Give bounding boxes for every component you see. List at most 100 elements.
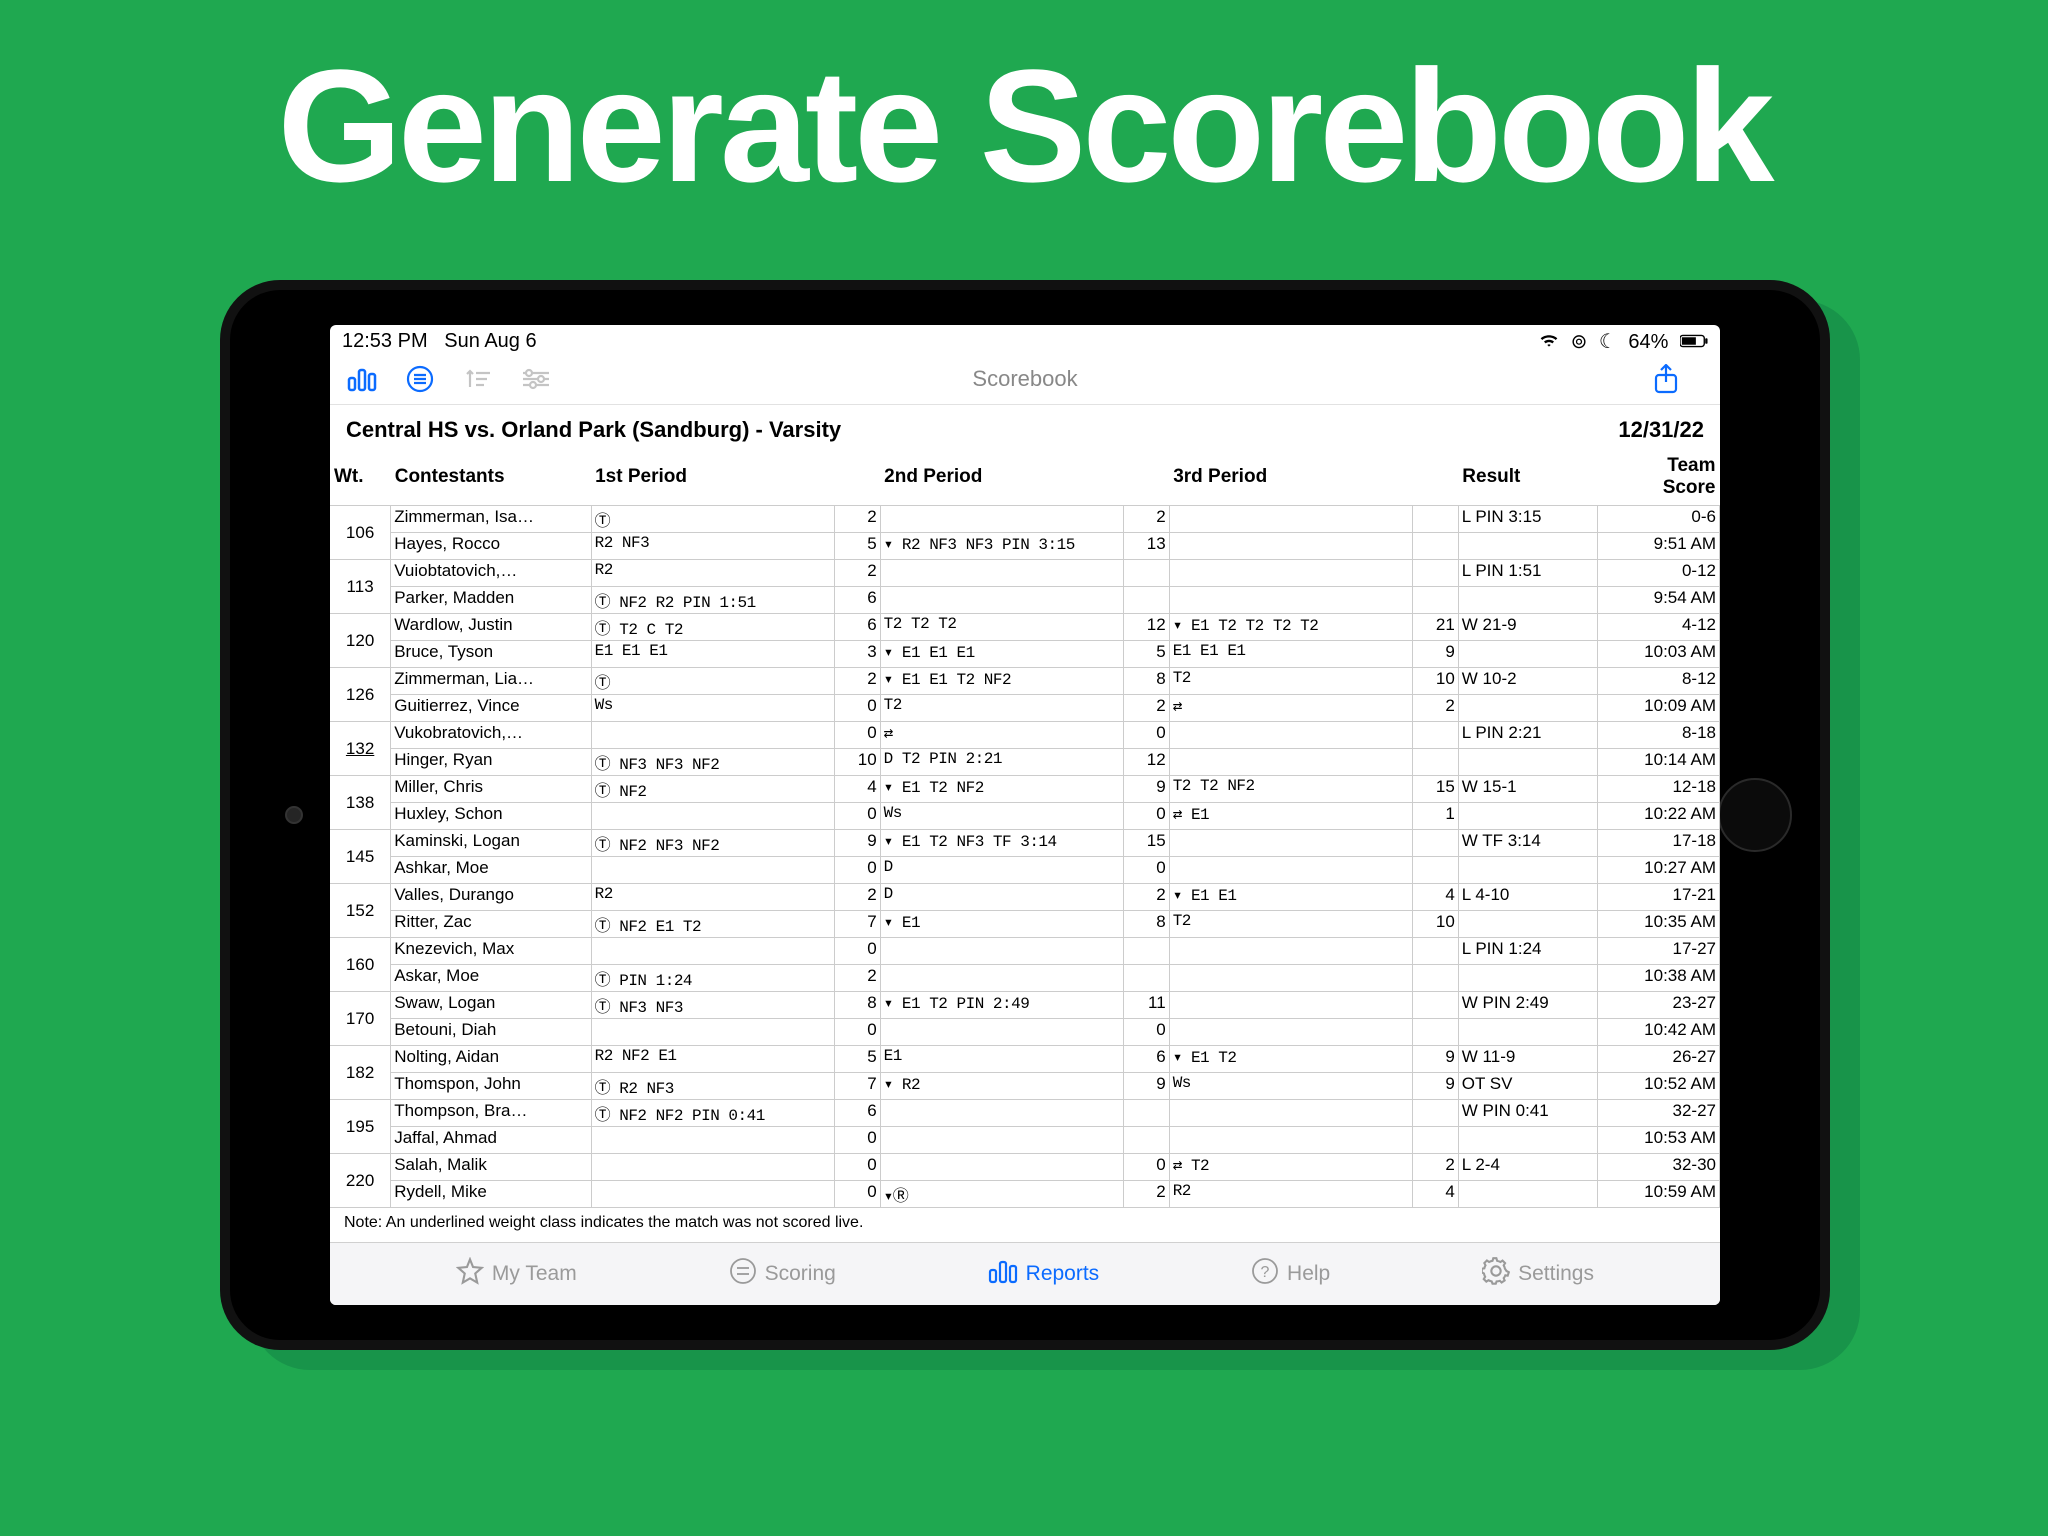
table-row[interactable]: Hayes, Rocco R2 NF35▾ R2 NF3 NF3 PIN 3:1…	[330, 533, 1720, 560]
table-row[interactable]: Huxley, Schon0 Ws0⇄ E1110:22 AM	[330, 803, 1720, 830]
weight-cell: 120	[330, 614, 391, 668]
table-row[interactable]: 182Nolting, Aidan R2 NF2 E15 E16▾ E1 T29…	[330, 1046, 1720, 1073]
circle-menu-icon[interactable]	[402, 364, 438, 394]
tab-scoring[interactable]: Scoring	[729, 1257, 836, 1291]
table-row[interactable]: Parker, MaddenⓉ NF2 R2 PIN 1:5169:54 AM	[330, 587, 1720, 614]
team-score-cell: 8-12	[1598, 668, 1720, 695]
p2-events: ▾ E1 T2 PIN 2:49	[880, 992, 1123, 1019]
match-date: 12/31/22	[1618, 417, 1704, 443]
p1-events	[591, 722, 834, 749]
p1-events	[591, 1019, 834, 1046]
p3-score: 15	[1412, 776, 1458, 803]
table-row[interactable]: Thomspon, JohnⓉ R2 NF37▾ R29 Ws9OT SV10:…	[330, 1073, 1720, 1100]
table-row[interactable]: 220Salah, Malik00⇄ T22L 2-432-30	[330, 1154, 1720, 1181]
team-score-cell: 32-27	[1598, 1100, 1720, 1127]
table-row[interactable]: 152Valles, Durango R22D2▾ E1 E14L 4-1017…	[330, 884, 1720, 911]
weight-cell: 195	[330, 1100, 391, 1154]
wrestler-name: Hayes, Rocco	[391, 533, 591, 560]
gear-icon	[1482, 1257, 1510, 1291]
ipad-home-button[interactable]	[1718, 778, 1792, 852]
table-row[interactable]: 145Kaminski, LoganⓉ NF2 NF3 NF29▾ E1 T2 …	[330, 830, 1720, 857]
p1-score: 0	[834, 1019, 880, 1046]
p3-events: ⇄ E1	[1169, 803, 1412, 830]
footnote: Note: An underlined weight class indicat…	[330, 1208, 1720, 1238]
table-row[interactable]: Guitierrez, Vince Ws0 T22⇄210:09 AM	[330, 695, 1720, 722]
table-row[interactable]: Bruce, Tyson E1 E1 E13▾ E1 E1 E15 E1 E1 …	[330, 641, 1720, 668]
p2-score: 0	[1123, 1019, 1169, 1046]
hero-title: Generate Scorebook	[0, 0, 2048, 222]
p3-score: 10	[1412, 911, 1458, 938]
match-header: Central HS vs. Orland Park (Sandburg) - …	[330, 405, 1720, 451]
result-cell: W 21-9	[1458, 614, 1598, 641]
table-row[interactable]: 106Zimmerman, Isa…Ⓣ22L PIN 3:150-6	[330, 506, 1720, 533]
table-row[interactable]: 132Vukobratovich,…0⇄0L PIN 2:218-18	[330, 722, 1720, 749]
tab-settings[interactable]: Settings	[1482, 1257, 1594, 1291]
p2-events: ▾ E1 T2 NF2	[880, 776, 1123, 803]
wrestler-name: Zimmerman, Isa…	[391, 506, 591, 533]
p2-events	[880, 938, 1123, 965]
p3-events: Ws	[1169, 1073, 1412, 1100]
tab-reports[interactable]: Reports	[988, 1258, 1100, 1290]
filter-icon[interactable]	[518, 364, 554, 394]
wrestler-name: Guitierrez, Vince	[391, 695, 591, 722]
tab-bar: My Team Scoring Reports ?	[330, 1242, 1720, 1305]
p2-score	[1123, 1100, 1169, 1127]
p2-score: 2	[1123, 506, 1169, 533]
p1-score: 2	[834, 884, 880, 911]
table-row[interactable]: Askar, MoeⓉ PIN 1:24210:38 AM	[330, 965, 1720, 992]
p3-score	[1412, 1127, 1458, 1154]
p2-score: 0	[1123, 1154, 1169, 1181]
p2-events	[880, 965, 1123, 992]
share-icon[interactable]	[1648, 364, 1684, 394]
table-row[interactable]: 160Knezevich, Max0L PIN 1:2417-27	[330, 938, 1720, 965]
chart-icon[interactable]	[344, 364, 380, 394]
p3-events: T2	[1169, 668, 1412, 695]
p3-score: 1	[1412, 803, 1458, 830]
tab-my-team[interactable]: My Team	[456, 1257, 577, 1291]
p1-events: Ⓣ NF2 NF3 NF2	[591, 830, 834, 857]
table-row[interactable]: Jaffal, Ahmad010:53 AM	[330, 1127, 1720, 1154]
wrestler-name: Thompson, Bra…	[391, 1100, 591, 1127]
p2-score: 9	[1123, 776, 1169, 803]
p1-events: Ⓣ R2 NF3	[591, 1073, 834, 1100]
ipad-camera	[285, 806, 303, 824]
table-row[interactable]: 195Thompson, Bra…Ⓣ NF2 NF2 PIN 0:416W PI…	[330, 1100, 1720, 1127]
table-row[interactable]: Betouni, Diah0010:42 AM	[330, 1019, 1720, 1046]
tab-help[interactable]: ? Help	[1251, 1257, 1330, 1291]
table-row[interactable]: 170Swaw, LoganⓉ NF3 NF38▾ E1 T2 PIN 2:49…	[330, 992, 1720, 1019]
p1-score: 0	[834, 695, 880, 722]
p2-events	[880, 506, 1123, 533]
p1-score: 9	[834, 830, 880, 857]
p2-score: 2	[1123, 1181, 1169, 1208]
p2-score: 2	[1123, 695, 1169, 722]
p2-score: 0	[1123, 857, 1169, 884]
table-row[interactable]: 120Wardlow, JustinⓉ T2 C T26 T2 T2 T212▾…	[330, 614, 1720, 641]
result-cell	[1458, 857, 1598, 884]
p3-score: 9	[1412, 641, 1458, 668]
table-row[interactable]: Hinger, RyanⓉ NF3 NF3 NF210D T2 PIN 2:21…	[330, 749, 1720, 776]
status-date: Sun Aug 6	[444, 330, 536, 352]
team-score-cell: 9:54 AM	[1598, 587, 1720, 614]
p2-events: ▾ E1 E1 E1	[880, 641, 1123, 668]
table-row[interactable]: Ashkar, Moe0D010:27 AM	[330, 857, 1720, 884]
result-cell: L PIN 1:51	[1458, 560, 1598, 587]
table-row[interactable]: 113Vuiobtatovich,… R22L PIN 1:510-12	[330, 560, 1720, 587]
wrestler-name: Swaw, Logan	[391, 992, 591, 1019]
p3-events	[1169, 1127, 1412, 1154]
p3-events	[1169, 1019, 1412, 1046]
team-score-cell: 8-18	[1598, 722, 1720, 749]
team-score-cell: 10:14 AM	[1598, 749, 1720, 776]
table-row[interactable]: 126Zimmerman, Lia…Ⓣ2▾ E1 E1 T2 NF28 T210…	[330, 668, 1720, 695]
sort-icon[interactable]	[460, 364, 496, 394]
tab-label: Reports	[1026, 1262, 1100, 1286]
p2-events	[880, 587, 1123, 614]
p1-score: 6	[834, 587, 880, 614]
wrestler-name: Zimmerman, Lia…	[391, 668, 591, 695]
table-row[interactable]: Ritter, ZacⓉ NF2 E1 T27▾ E18 T21010:35 A…	[330, 911, 1720, 938]
table-row[interactable]: 138Miller, ChrisⓉ NF24▾ E1 T2 NF29 T2 T2…	[330, 776, 1720, 803]
table-row[interactable]: Rydell, Mike0▾Ⓡ2 R2410:59 AM	[330, 1181, 1720, 1208]
chart-icon	[988, 1258, 1018, 1290]
result-cell: W 11-9	[1458, 1046, 1598, 1073]
team-score-cell: 10:52 AM	[1598, 1073, 1720, 1100]
th-wt: Wt.	[330, 451, 391, 506]
